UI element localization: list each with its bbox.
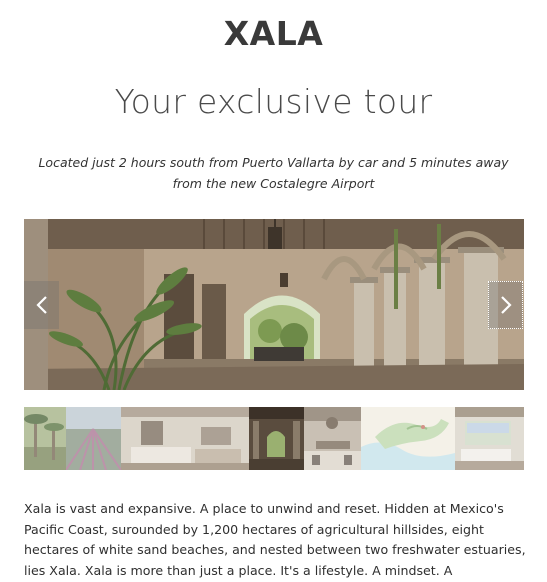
page-headline: Your exclusive tour [114,82,433,121]
bedroom-view-thumbnail[interactable] [455,407,524,470]
hacienda-corridor-thumbnail[interactable] [249,407,304,470]
dining-room-thumbnail[interactable] [304,407,361,470]
intro-paragraph: Xala is vast and expansive. A place to u… [24,501,526,578]
brand-title: XALA [223,14,324,53]
living-room-thumbnail[interactable] [121,407,249,470]
chevron-left-icon [35,296,47,314]
thumbnail-strip [24,407,524,470]
agave-field-thumbnail[interactable] [66,407,121,470]
carousel-next-button[interactable] [488,281,523,329]
palm-garden-thumbnail[interactable] [24,407,66,470]
carousel-prev-button[interactable] [24,281,59,329]
coastline-map-thumbnail[interactable] [361,407,455,470]
chevron-right-icon [500,296,512,314]
hacienda-corridor-photo [24,219,524,390]
main-carousel[interactable] [24,219,524,390]
location-subtitle: Located just 2 hours south from Puerto V… [38,155,509,191]
